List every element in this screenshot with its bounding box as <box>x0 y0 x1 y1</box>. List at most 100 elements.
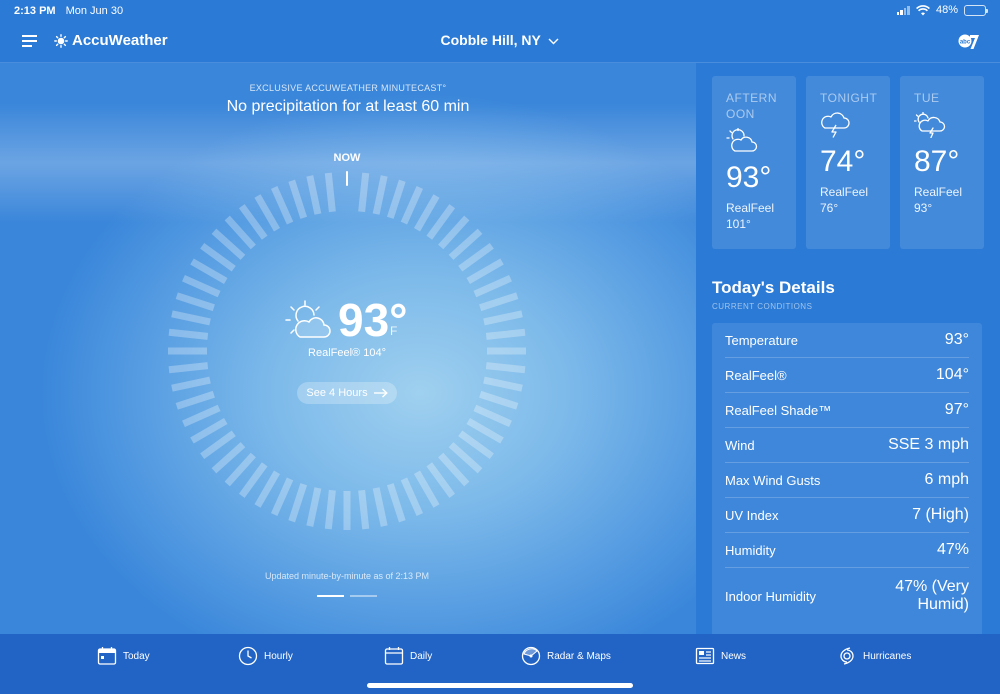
forecast-realfeel-value: 76° <box>820 201 839 215</box>
dial-tick <box>372 487 388 527</box>
forecast-realfeel-value: 93° <box>914 201 933 215</box>
detail-row-realfeel: RealFeel® 104° <box>725 358 969 393</box>
dial-tick <box>324 172 336 213</box>
page-dot[interactable] <box>350 595 377 597</box>
clock-icon <box>238 646 258 666</box>
dial-tick <box>171 376 211 392</box>
cellular-signal-icon <box>896 5 910 15</box>
detail-label: Max Wind Gusts <box>725 472 821 488</box>
nav-hurricanes[interactable]: Hurricanes <box>837 646 911 666</box>
detail-row-wind: Wind SSE 3 mph <box>725 428 969 463</box>
details-card: Temperature 93° RealFeel® 104° RealFeel … <box>712 323 982 634</box>
status-date: Mon Jun 30 <box>65 5 124 17</box>
status-bar: 2:13 PM Mon Jun 30 48% <box>0 0 1000 22</box>
dial-tick <box>168 362 209 374</box>
dial-tick <box>288 179 308 219</box>
forecast-temperature: 87° <box>914 145 960 178</box>
detail-row-max-wind-gusts: Max Wind Gusts 6 mph <box>725 463 969 498</box>
forecast-realfeel-label: RealFeel <box>726 201 775 215</box>
dial-tick <box>190 258 228 285</box>
battery-icon <box>964 4 988 16</box>
forecast-realfeel-value: 101° <box>726 217 751 231</box>
dial-tick <box>483 376 523 392</box>
minutecast-summary: No precipitation for at least 60 min <box>226 98 470 115</box>
dial-tick <box>358 489 370 530</box>
dial-tick <box>479 292 519 312</box>
temperature-unit: F <box>390 324 398 338</box>
detail-value: 47% <box>936 541 969 558</box>
dial-tick <box>386 483 406 523</box>
page-dot-active[interactable] <box>317 595 344 597</box>
forecast-card-tonight[interactable]: TONIGHT 74° RealFeel 76° <box>806 76 890 249</box>
nav-hourly[interactable]: Hourly <box>238 646 293 666</box>
nav-label: Today <box>123 650 150 662</box>
calendar-today-icon <box>97 647 117 665</box>
chevron-down-icon <box>548 38 559 45</box>
arrow-right-icon <box>373 388 388 398</box>
dial-tick <box>270 186 294 225</box>
dial-tick <box>485 328 526 340</box>
dial-tick <box>270 477 294 516</box>
nav-radar-maps[interactable]: Radar & Maps <box>521 646 611 666</box>
dial-tick <box>413 194 440 232</box>
hurricane-icon <box>840 647 854 665</box>
home-indicator[interactable] <box>367 683 633 688</box>
dial-tick <box>372 175 388 215</box>
forecast-period-label: TUE <box>914 91 940 105</box>
see-hours-label: See 4 Hours <box>306 387 368 399</box>
dial-tick <box>485 362 526 374</box>
detail-value: 97° <box>944 401 969 418</box>
detail-value: 104° <box>935 366 969 383</box>
forecast-temperature: 74° <box>820 145 866 178</box>
status-time: 2:13 PM <box>14 5 56 17</box>
nav-today[interactable]: Today <box>97 646 150 666</box>
location-selector[interactable]: Cobble Hill, NY <box>0 32 1000 48</box>
dial-tick <box>466 258 504 285</box>
details-subtitle: CURRENT CONDITIONS <box>712 302 813 311</box>
dial-tick <box>479 390 519 410</box>
dial-tick <box>473 404 512 428</box>
forecast-realfeel-label: RealFeel <box>914 185 963 199</box>
thunderstorm-icon <box>821 112 850 138</box>
partly-sunny-icon <box>285 300 331 338</box>
dial-tick <box>324 489 336 530</box>
dial-tick <box>190 417 228 444</box>
abc7-logo-icon[interactable]: abc <box>958 32 980 50</box>
dial-tick <box>306 487 322 527</box>
dial-tick <box>466 417 504 444</box>
nav-daily[interactable]: Daily <box>384 646 432 666</box>
nav-label: Daily <box>410 650 433 662</box>
detail-label: RealFeel® <box>725 367 787 383</box>
detail-label: Humidity <box>725 542 776 558</box>
radar-icon <box>521 646 541 666</box>
nav-news[interactable]: News <box>695 646 746 666</box>
detail-label: UV Index <box>725 507 779 523</box>
dial-tick <box>175 390 215 410</box>
dial-tick <box>254 470 281 508</box>
detail-row-uv-index: UV Index 7 (High) <box>725 498 969 533</box>
forecast-card-afternoon[interactable]: AFTERNOON 93° RealFeel 101° <box>712 76 796 249</box>
dial-tick <box>386 179 406 219</box>
detail-label: Temperature <box>725 332 798 348</box>
page-indicator[interactable] <box>317 595 377 597</box>
detail-value: 6 mph <box>924 471 969 488</box>
nav-label: Radar & Maps <box>547 650 611 662</box>
location-name: Cobble Hill, NY <box>440 32 541 48</box>
detail-row-humidity: Humidity 47% <box>725 533 969 568</box>
app-header: AccuWeather Cobble Hill, NY abc <box>0 22 1000 62</box>
svg-text:abc: abc <box>960 39 971 45</box>
detail-row-temperature: Temperature 93° <box>725 323 969 358</box>
dial-tick <box>400 186 424 225</box>
minutecast-panel: EXCLUSIVE ACCUWEATHER MINUTECAST° No pre… <box>0 63 696 634</box>
dial-tick <box>254 194 281 232</box>
dial-tick <box>413 470 440 508</box>
dial-tick <box>288 483 308 523</box>
forecast-card-tue[interactable]: TUE 87° RealFeel 93° <box>900 76 984 249</box>
dial-tick <box>171 310 211 326</box>
forecast-temperature: 93° <box>726 161 772 194</box>
detail-row-realfeel-shade: RealFeel Shade™ 97° <box>725 393 969 428</box>
detail-value: 93° <box>944 331 969 348</box>
status-indicators: 48% <box>896 4 988 16</box>
dial-tick <box>400 477 424 516</box>
see-hours-button[interactable]: See 4 Hours <box>297 382 397 404</box>
